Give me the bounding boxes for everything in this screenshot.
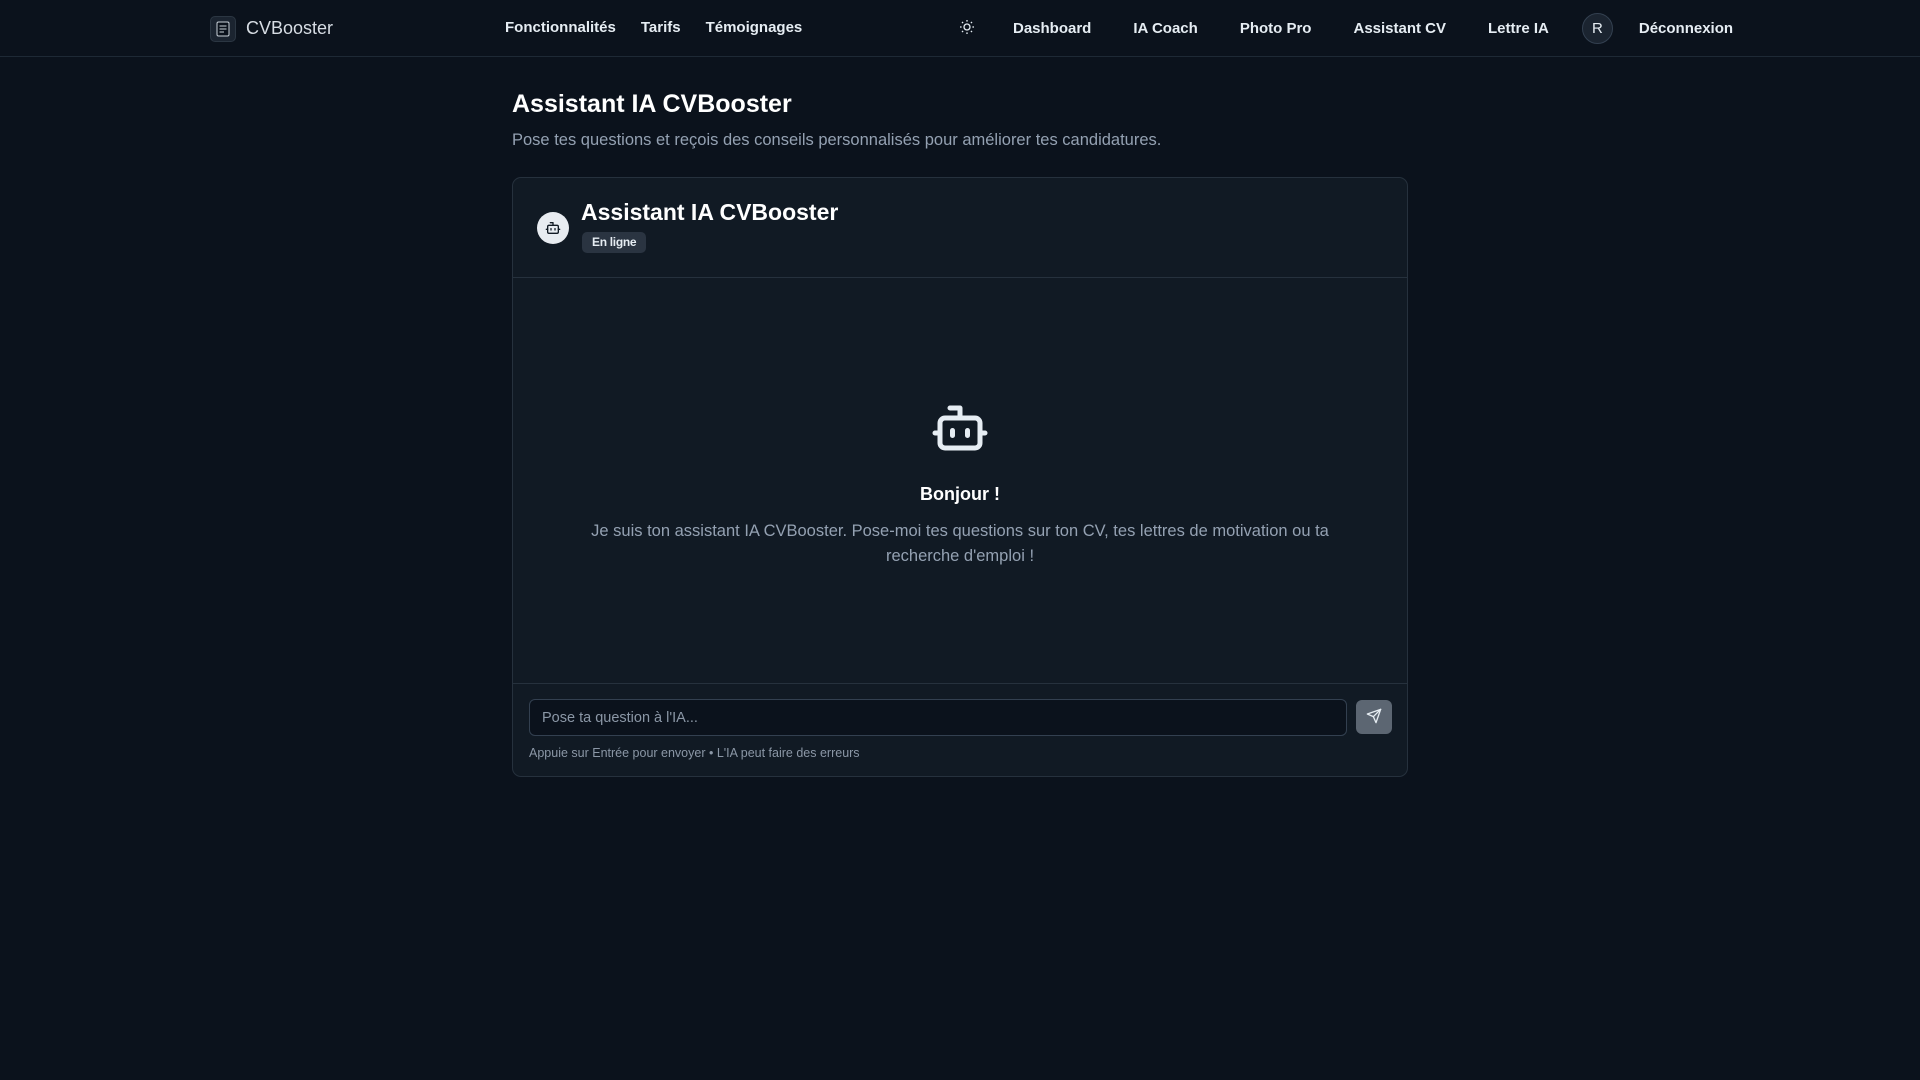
marketing-nav: Fonctionnalités Tarifs Témoignages [505, 19, 802, 36]
intro-text: Je suis ton assistant IA CVBooster. Pose… [591, 522, 1329, 565]
top-navbar: CVBooster Fonctionnalités Tarifs Témoign… [0, 0, 1920, 57]
sun-icon [959, 19, 975, 38]
chat-empty-state: Bonjour ! Je suis ton assistant IA CVBoo… [513, 398, 1407, 569]
page-subtitle: Pose tes questions et reçois des conseil… [512, 131, 1162, 149]
chat-header: Assistant IA CVBooster En ligne [513, 178, 1407, 278]
document-icon [210, 15, 236, 42]
nav-link-photo-pro[interactable]: Photo Pro [1240, 20, 1312, 37]
status-badge: En ligne [582, 232, 647, 253]
send-icon [1366, 708, 1382, 727]
bot-avatar [537, 212, 569, 244]
app-nav: Dashboard IA Coach Photo Pro Assistant C… [957, 12, 1733, 44]
page-title: Assistant IA CVBooster [512, 90, 792, 118]
nav-link-dashboard[interactable]: Dashboard [1013, 20, 1091, 37]
nav-link-tarifs[interactable]: Tarifs [641, 19, 681, 36]
robot-icon [513, 398, 1407, 458]
chat-composer: Appuie sur Entrée pour envoyer • L'IA pe… [513, 683, 1407, 778]
input-hint: Appuie sur Entrée pour envoyer • L'IA pe… [529, 746, 860, 760]
chat-card: Assistant IA CVBooster En ligne Bonjour … [512, 177, 1408, 777]
nav-link-lettre-ia[interactable]: Lettre IA [1488, 20, 1549, 37]
brand[interactable]: CVBooster [210, 14, 333, 43]
nav-link-fonctionnalites[interactable]: Fonctionnalités [505, 19, 616, 36]
greeting: Bonjour ! [920, 484, 1000, 504]
avatar[interactable]: R [1581, 12, 1613, 44]
send-button[interactable] [1356, 700, 1392, 734]
chat-input[interactable] [529, 699, 1347, 736]
theme-toggle-button[interactable] [957, 18, 977, 38]
nav-link-temoignages[interactable]: Témoignages [706, 19, 803, 36]
brand-name: CVBooster [246, 18, 334, 38]
nav-link-ia-coach[interactable]: IA Coach [1133, 20, 1197, 37]
logout-button[interactable]: Déconnexion [1639, 20, 1733, 37]
chat-title: Assistant IA CVBooster [581, 199, 839, 225]
nav-link-assistant-cv[interactable]: Assistant CV [1353, 20, 1446, 37]
robot-icon [545, 222, 561, 234]
